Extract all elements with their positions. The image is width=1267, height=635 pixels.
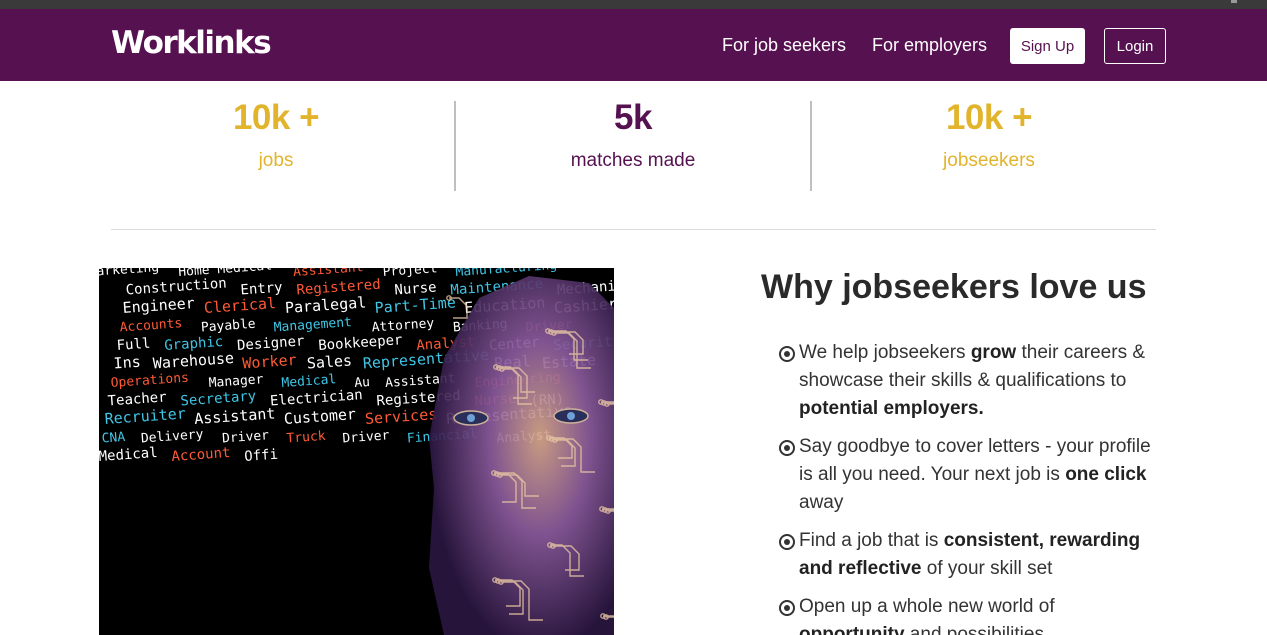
radio-bullet-icon — [779, 600, 795, 616]
robot-face-jobs-illustration: Marketing Home Medical Assistant Project Man… — [99, 268, 614, 635]
stat-label: jobs — [258, 150, 294, 171]
nav-link-job-seekers[interactable]: For job seekers — [722, 35, 846, 56]
section-divider — [111, 229, 1156, 230]
stat-jobs: 10k + jobs — [98, 98, 454, 172]
login-button[interactable]: Login — [1104, 28, 1166, 64]
hero-image: Marketing Home Medical Assistant Project Man… — [99, 268, 614, 635]
stat-jobseekers: 10k + jobseekers — [811, 98, 1167, 172]
hero-word: Sales — [306, 351, 352, 372]
hero-word: Truck — [286, 429, 326, 447]
reason-item: Say goodbye to cover letters - your prof… — [779, 433, 1159, 517]
stat-label: jobseekers — [943, 150, 1035, 171]
signup-button[interactable]: Sign Up — [1010, 28, 1085, 64]
reason-item: Open up a whole new world of opportunity… — [779, 593, 1159, 635]
radio-bullet-icon — [779, 534, 795, 550]
stat-label: matches made — [570, 150, 696, 171]
navbar: Worklinks For job seekers For employers … — [0, 9, 1267, 81]
hero-word: Ins — [113, 353, 141, 373]
why-title: Why jobseekers love us — [761, 268, 1147, 306]
stat-value: 10k + — [232, 98, 320, 137]
logo[interactable]: Worklinks — [111, 25, 272, 61]
stat-value: 10k + — [945, 98, 1033, 137]
nav-link-employers[interactable]: For employers — [872, 35, 987, 56]
radio-bullet-icon — [779, 440, 795, 456]
reason-item: We help jobseekers grow their careers & … — [779, 339, 1159, 423]
radio-bullet-icon — [779, 346, 795, 362]
hero-word: Full — [116, 336, 151, 354]
hero-word: Offi — [244, 447, 279, 465]
browser-top-strip — [0, 0, 1267, 9]
window-control-icon — [1231, 0, 1237, 3]
reason-item: Find a job that is consistent, rewarding… — [779, 527, 1159, 583]
hero-word: CNA — [101, 430, 126, 447]
reasons-list: We help jobseekers grow their careers & … — [779, 339, 1159, 635]
stat-value: 5k — [614, 98, 652, 137]
hero-word: Worker — [242, 351, 297, 373]
stat-matches: 5k matches made — [455, 98, 811, 172]
